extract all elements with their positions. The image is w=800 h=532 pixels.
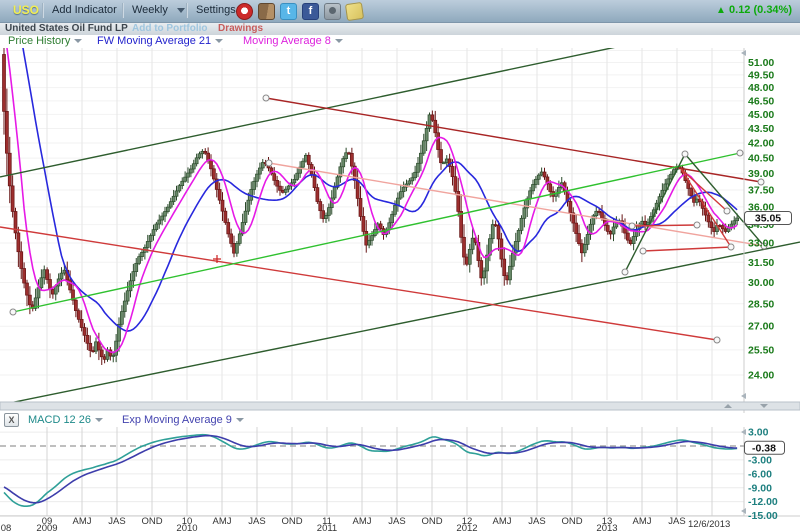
svg-text:39.00: 39.00: [748, 168, 774, 180]
symbol-subheader: United States Oil Fund LP Add to Portfol…: [0, 23, 800, 35]
drawing-handle[interactable]: [714, 337, 720, 343]
svg-text:37.50: 37.50: [748, 185, 774, 197]
svg-text:-9.00: -9.00: [748, 482, 772, 494]
drawing-handle[interactable]: [622, 269, 628, 275]
svg-text:JAS: JAS: [248, 516, 265, 527]
macd-ema-dropdown[interactable]: Exp Moving Average 9: [122, 413, 244, 427]
time-axis[interactable]: 09AMJJASOND10AMJJASOND11AMJJASOND12AMJJA…: [1, 516, 731, 532]
macd-dropdown[interactable]: MACD 12 26: [28, 413, 103, 427]
snapshot-icon[interactable]: [324, 3, 341, 20]
svg-text:35.05: 35.05: [755, 213, 781, 225]
svg-text:3.00: 3.00: [748, 427, 769, 439]
svg-text:25.50: 25.50: [748, 344, 774, 356]
macd-pane-legend: X MACD 12 26 Exp Moving Average 9: [0, 413, 800, 427]
svg-text:08: 08: [1, 523, 12, 532]
svg-text:28.50: 28.50: [748, 298, 774, 310]
toolbar-divider: [122, 3, 124, 18]
svg-text:40.50: 40.50: [748, 153, 774, 165]
svg-text:30.00: 30.00: [748, 277, 774, 289]
last-date-label: 12/6/2013: [688, 519, 730, 530]
main-toolbar: USO Add Indicator Weekly Settings t f ▲ …: [0, 0, 800, 23]
svg-text:33.00: 33.00: [748, 238, 774, 250]
svg-text:AMJ: AMJ: [633, 516, 652, 527]
svg-text:OND: OND: [421, 516, 442, 527]
drawing-handle[interactable]: [266, 160, 272, 166]
svg-text:24.00: 24.00: [748, 370, 774, 382]
price-history-dropdown[interactable]: Price History: [8, 35, 82, 48]
svg-text:-6.00: -6.00: [748, 468, 772, 480]
svg-text:31.50: 31.50: [748, 257, 774, 269]
svg-text:51.00: 51.00: [748, 57, 774, 69]
svg-text:2011: 2011: [317, 523, 337, 532]
close-indicator-button[interactable]: X: [4, 413, 19, 427]
library-icon[interactable]: [258, 3, 275, 20]
svg-text:48.00: 48.00: [748, 82, 774, 94]
price-change-badge: ▲ 0.12 (0.34%): [716, 4, 792, 16]
candles: [3, 34, 739, 365]
drawing-handle[interactable]: [629, 223, 635, 229]
svg-text:AMJ: AMJ: [213, 516, 232, 527]
svg-text:45.00: 45.00: [748, 109, 774, 121]
svg-text:2010: 2010: [176, 523, 197, 532]
price-pane-legend: Price History FW Moving Average 21 Movin…: [0, 35, 800, 48]
settings-button[interactable]: Settings: [196, 4, 236, 16]
symbol-label[interactable]: USO: [13, 3, 39, 17]
drawing-handle[interactable]: [10, 309, 16, 315]
drawing-handle[interactable]: [724, 208, 730, 214]
period-dropdown[interactable]: Weekly: [132, 4, 168, 16]
svg-text:JAS: JAS: [108, 516, 125, 527]
ma21-dropdown[interactable]: FW Moving Average 21: [97, 35, 223, 48]
drawing-handle[interactable]: [640, 248, 646, 254]
ma21-line: [4, 0, 737, 331]
svg-text:-3.00: -3.00: [748, 454, 772, 466]
drawing-handle[interactable]: [728, 244, 734, 250]
svg-text:2012: 2012: [456, 523, 477, 532]
svg-text:AMJ: AMJ: [493, 516, 512, 527]
add-to-portfolio-link[interactable]: Add to Portfolio: [132, 23, 208, 35]
alerts-icon[interactable]: [236, 3, 253, 20]
svg-text:JAS: JAS: [528, 516, 545, 527]
svg-text:JAS: JAS: [668, 516, 685, 527]
add-indicator-button[interactable]: Add Indicator: [52, 4, 117, 16]
svg-text:OND: OND: [561, 516, 582, 527]
charting-app: USO Add Indicator Weekly Settings t f ▲ …: [0, 0, 800, 532]
svg-text:OND: OND: [141, 516, 162, 527]
drawing-handle[interactable]: [263, 95, 269, 101]
up-arrow-icon: ▲: [716, 5, 726, 16]
facebook-icon[interactable]: f: [302, 3, 319, 20]
svg-text:AMJ: AMJ: [73, 516, 92, 527]
svg-text:2013: 2013: [596, 523, 617, 532]
drawing-handle[interactable]: [694, 222, 700, 228]
svg-text:JAS: JAS: [388, 516, 405, 527]
ma8-dropdown[interactable]: Moving Average 8: [243, 35, 343, 48]
macd-value-box: -0.38: [745, 441, 785, 454]
svg-text:OND: OND: [281, 516, 302, 527]
toolbar-divider: [42, 3, 44, 18]
twitter-icon[interactable]: t: [280, 3, 297, 20]
svg-text:49.50: 49.50: [748, 69, 774, 81]
drawing-handle[interactable]: [682, 151, 688, 157]
svg-text:2009: 2009: [36, 523, 57, 532]
svg-text:AMJ: AMJ: [353, 516, 372, 527]
svg-text:-12.00: -12.00: [748, 496, 778, 508]
instrument-name: United States Oil Fund LP: [5, 23, 128, 35]
svg-text:42.00: 42.00: [748, 138, 774, 150]
drawing-handle[interactable]: [737, 150, 743, 156]
pane-splitter[interactable]: [0, 402, 800, 410]
notes-icon[interactable]: [345, 2, 364, 21]
svg-text:43.50: 43.50: [748, 123, 774, 135]
svg-text:-0.38: -0.38: [752, 442, 776, 454]
trendline-drawings[interactable]: [0, 42, 800, 405]
svg-text:-15.00: -15.00: [748, 510, 778, 522]
toolbar-divider: [186, 3, 188, 18]
svg-text:27.00: 27.00: [748, 321, 774, 333]
drawings-link[interactable]: Drawings: [218, 23, 263, 35]
price-chart-svg[interactable]: 51.0049.5048.0046.50 45.00 43.50 42.00 40.50…: [0, 0, 800, 532]
period-caret-icon[interactable]: [172, 4, 185, 16]
svg-text:46.50: 46.50: [748, 95, 774, 107]
last-price-box: 35.05: [745, 212, 792, 225]
